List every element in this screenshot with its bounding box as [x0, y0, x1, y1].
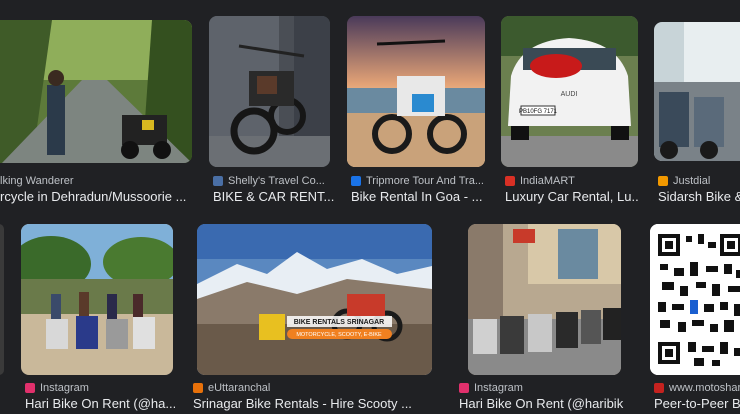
result-source: Instagram: [25, 381, 175, 395]
result-thumbnail[interactable]: [209, 16, 330, 167]
result-thumbnail[interactable]: [347, 16, 485, 167]
result-title[interactable]: Srinagar Bike Rentals - Hire Scooty ...: [193, 396, 433, 414]
result-title[interactable]: BIKE & CAR RENT...: [213, 189, 335, 207]
srinagar-banner-tagline: MOTORCYCLE, SCOOTY, E-BIKE: [296, 332, 382, 338]
result-source-name: Tripmore Tour And Tra...: [366, 175, 484, 187]
result-thumbnail[interactable]: [21, 224, 173, 375]
result-source-name: Shelly's Travel Co...: [228, 175, 325, 187]
result-thumbnail[interactable]: BIKE RENTALS SRINAGAR MOTORCYCLE, SCOOTY…: [197, 224, 432, 375]
result-title[interactable]: Hari Bike On Rent (@ha...: [25, 396, 175, 414]
justdial-favicon-icon: [658, 176, 668, 186]
result-title[interactable]: Sidarsh Bike & ...: [658, 189, 740, 207]
tripmore-favicon-icon: [351, 176, 361, 186]
instagram-favicon-icon: [25, 383, 35, 393]
result-source: Tripmore Tour And Tra...: [351, 174, 485, 188]
motoshare-favicon-icon: [654, 383, 664, 393]
result-thumbnail-partial[interactable]: [0, 224, 4, 375]
result-source: IndiaMART: [505, 174, 639, 188]
result-source-name: IndiaMART: [520, 175, 575, 187]
result-title[interactable]: Luxury Car Rental, Lu...: [505, 189, 638, 207]
result-source-name: Justdial: [673, 175, 711, 187]
result-title[interactable]: Peer-to-Peer Bik: [654, 396, 740, 414]
car-brand-text: AUDI: [561, 91, 578, 98]
qr-code-icon: [650, 224, 740, 375]
srinagar-banner-name: BIKE RENTALS SRINAGAR: [294, 319, 384, 326]
result-source-name: www.motoshare: [669, 382, 740, 394]
result-thumbnail[interactable]: [650, 224, 740, 375]
result-source: www.motoshare: [654, 381, 740, 395]
result-source-name: Instagram: [474, 382, 523, 394]
result-thumbnail[interactable]: PB10FG 7171 AUDI: [501, 16, 638, 167]
result-source-name: Instagram: [40, 382, 89, 394]
car-plate-text: PB10FG 7171: [519, 109, 558, 115]
result-title[interactable]: rcycle in Dehradun/Mussoorie ...: [0, 189, 195, 207]
result-title[interactable]: Hari Bike On Rent (@haribik...: [459, 396, 624, 414]
result-thumbnail[interactable]: [468, 224, 621, 375]
result-source: Instagram: [459, 381, 624, 395]
indiamart-favicon-icon: [505, 176, 515, 186]
result-source: Justdial: [658, 174, 740, 188]
result-thumbnail[interactable]: [0, 20, 192, 163]
result-source: eUttaranchal: [193, 381, 433, 395]
result-title[interactable]: Bike Rental In Goa - ...: [351, 189, 486, 207]
travel-favicon-icon: [213, 176, 223, 186]
result-thumbnail[interactable]: [654, 22, 740, 161]
result-source-name: eUttaranchal: [208, 382, 271, 394]
result-source: Shelly's Travel Co...: [213, 174, 333, 188]
result-source: lking Wanderer: [0, 174, 200, 188]
euttaranchal-favicon-icon: [193, 383, 203, 393]
result-source-name: lking Wanderer: [0, 175, 74, 187]
instagram-favicon-icon: [459, 383, 469, 393]
